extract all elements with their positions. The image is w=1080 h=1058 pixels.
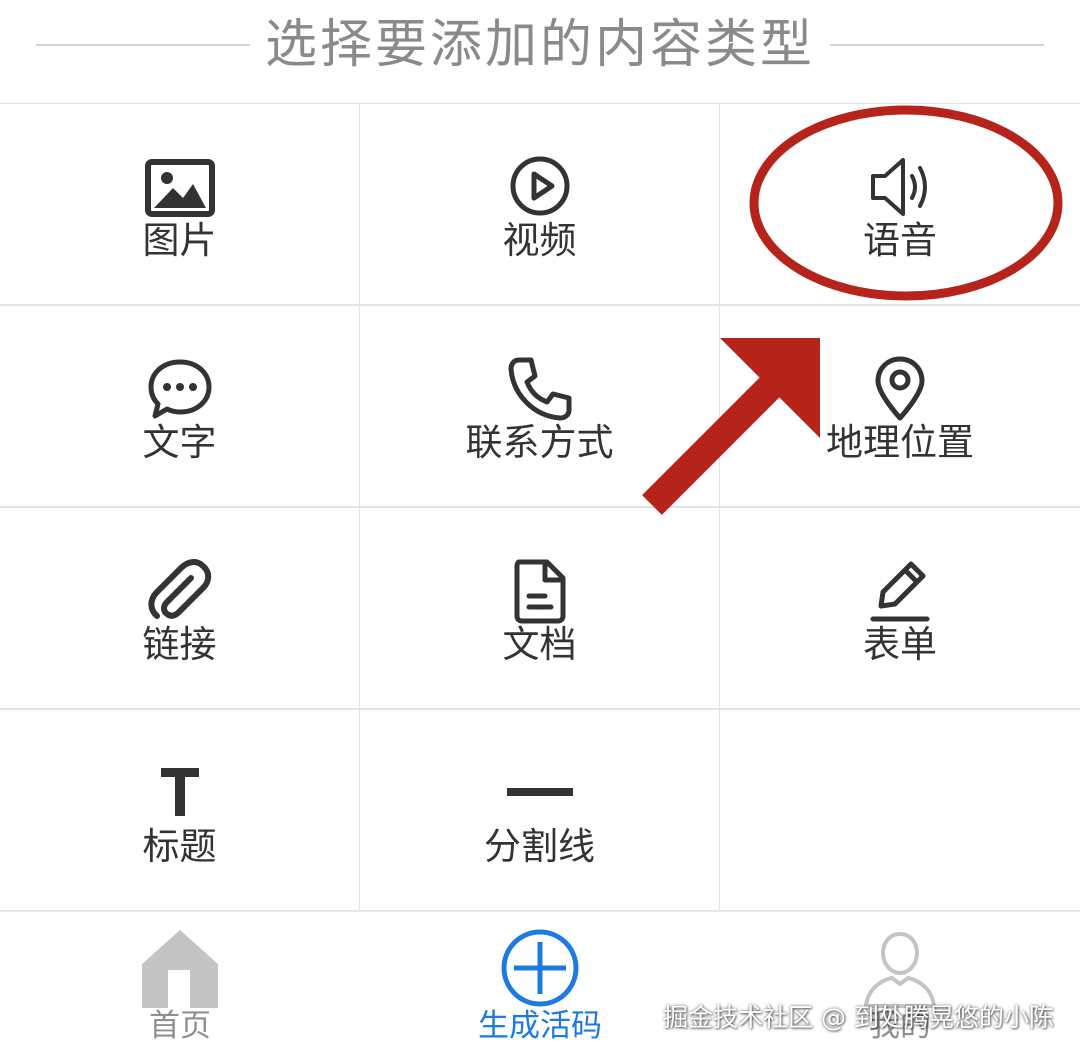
empty-cell — [720, 709, 1080, 911]
content-type-link[interactable]: 链接 — [0, 507, 360, 709]
content-type-audio[interactable]: 语音 — [720, 103, 1080, 305]
content-type-location[interactable]: 地理位置 — [720, 305, 1080, 507]
map-pin-icon — [875, 356, 925, 421]
paperclip-icon — [147, 559, 211, 619]
content-type-form[interactable]: 表单 — [720, 507, 1080, 709]
content-type-label: 分割线 — [484, 825, 595, 868]
content-type-label: 链接 — [142, 623, 217, 666]
nav-home[interactable]: 首页 — [0, 912, 360, 1058]
nav-profile[interactable]: 我的 — [720, 912, 1080, 1058]
content-type-label: 视频 — [502, 219, 577, 262]
chat-bubble-icon — [148, 359, 211, 419]
video-play-icon — [510, 156, 569, 216]
content-type-label: 联系方式 — [465, 421, 614, 464]
content-type-label: 标题 — [142, 825, 217, 868]
content-type-label: 地理位置 — [826, 421, 974, 464]
content-type-contact[interactable]: 联系方式 — [360, 305, 720, 507]
watermark: 掘金技术社区 @ 到处腾晃悠的小陈 — [663, 1003, 1054, 1032]
content-type-label: 图片 — [142, 219, 217, 262]
content-type-label: 文档 — [502, 623, 577, 666]
content-type-title[interactable]: 标题 — [0, 709, 360, 911]
nav-label: 首页 — [149, 1008, 211, 1044]
bottom-nav: 首页 生成活码 我的 — [0, 911, 1080, 1058]
content-type-video[interactable]: 视频 — [360, 103, 720, 305]
phone-icon — [508, 357, 571, 421]
plus-circle-icon — [501, 929, 579, 1007]
header-divider-right — [830, 44, 1044, 46]
title-t-icon — [160, 768, 199, 816]
home-icon — [142, 930, 218, 1008]
page-header: 选择要添加的内容类型 — [0, 0, 1080, 100]
nav-generate-code[interactable]: 生成活码 — [360, 912, 720, 1058]
content-type-document[interactable]: 文档 — [360, 507, 720, 709]
divider-line-icon — [506, 788, 573, 796]
content-type-label: 表单 — [863, 623, 937, 666]
content-type-divider[interactable]: 分割线 — [360, 709, 720, 911]
content-type-label: 文字 — [142, 421, 217, 464]
document-icon — [514, 559, 565, 624]
image-icon — [144, 159, 215, 217]
content-type-label: 语音 — [863, 219, 937, 262]
content-type-text[interactable]: 文字 — [0, 305, 360, 507]
content-type-grid: 图片 视频 语音 文字 联系方式 地理位置 链接 文档 表单 标题 分割线 — [0, 103, 1080, 911]
speaker-icon — [871, 158, 927, 216]
content-type-image[interactable]: 图片 — [0, 103, 360, 305]
pencil-icon — [870, 561, 930, 622]
